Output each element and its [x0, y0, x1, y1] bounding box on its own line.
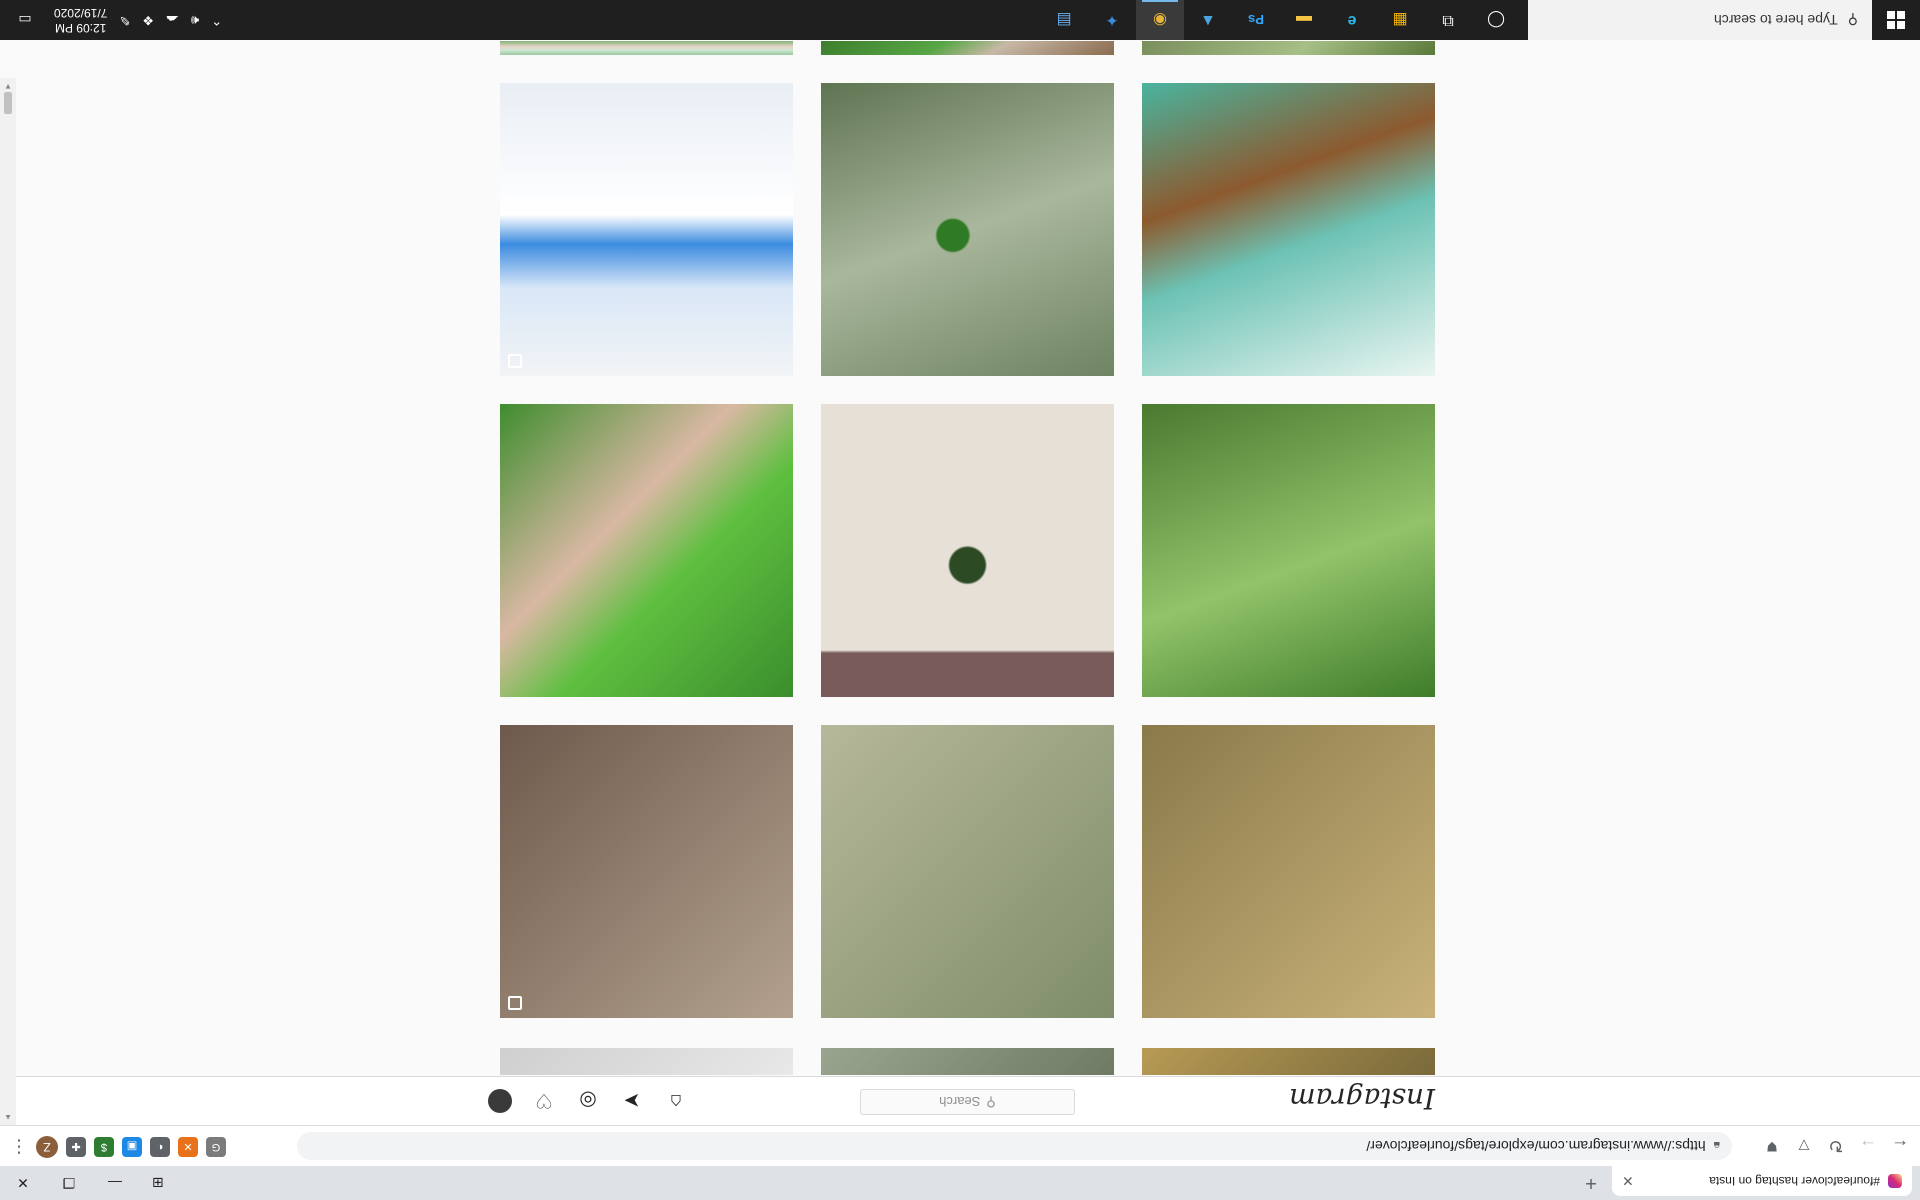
screen: #fourleafclover hashtag on Insta ✕ + ⊞ —…	[0, 0, 1920, 1200]
start-button[interactable]	[1872, 0, 1920, 40]
post-thumbnail[interactable]	[500, 41, 793, 55]
photos-icon[interactable]: ▲	[1184, 0, 1232, 40]
post-thumbnail[interactable]	[1142, 83, 1435, 376]
post-thumbnail[interactable]	[1142, 725, 1435, 1018]
restore-icon[interactable]: ❐	[46, 1166, 92, 1200]
address-url[interactable]: https://www.instagram.com/explore/tags/f…	[1366, 1138, 1705, 1154]
forward-icon[interactable]: →	[1856, 1134, 1880, 1158]
direct-message-icon[interactable]: ➤	[620, 1089, 644, 1113]
edge-icon[interactable]: e	[1328, 0, 1376, 40]
new-tab-button[interactable]: +	[1578, 1170, 1604, 1194]
heart-icon[interactable]: ♡	[532, 1089, 556, 1113]
calculator-icon[interactable]: ▤	[1040, 0, 1088, 40]
extension-toolbar-icon[interactable]: ⛊	[1760, 1134, 1784, 1158]
task-view-icon[interactable]: ⧉	[1424, 0, 1472, 40]
notification-icon[interactable]: ▭	[8, 0, 42, 40]
instagram-logo[interactable]: Instagram	[1289, 1082, 1435, 1115]
tab-title: #fourleafclover hashtag on Insta	[1709, 1174, 1880, 1188]
browser-tab-strip: #fourleafclover hashtag on Insta ✕ + ⊞ —…	[0, 1166, 1920, 1200]
chevron-up-icon[interactable]: ⌃	[211, 12, 222, 28]
taskbar-apps: ◯ ⧉ ▦ e ▬ Ps ▲ ◉ ✦ ▤	[1040, 0, 1520, 40]
scroll-down-icon[interactable]: ▼	[0, 78, 16, 94]
post-thumbnail[interactable]	[821, 725, 1114, 1018]
taskbar-search-placeholder: Type here to search	[1713, 12, 1838, 28]
post-thumbnail[interactable]	[500, 83, 793, 376]
post-thumbnail[interactable]	[500, 404, 793, 697]
home-icon[interactable]: ⌂	[664, 1089, 688, 1113]
bookmark-manager-icon[interactable]: ▽	[1792, 1134, 1816, 1158]
instagram-nav-icons: ⌂ ➤ ◎ ♡	[488, 1089, 688, 1113]
window-controls: ⊞ — ❐ ✕	[0, 1166, 178, 1200]
volume-icon[interactable]: 🔊︎	[191, 12, 199, 28]
app-icon[interactable]: ✦	[1088, 0, 1136, 40]
extension-icon-2[interactable]: ✕	[178, 1137, 198, 1157]
extension-icon-3[interactable]: ◐	[150, 1137, 170, 1157]
profile-avatar-icon[interactable]	[488, 1089, 512, 1113]
vertical-scrollbar[interactable]: ▲ ▼	[0, 78, 16, 1125]
post-thumbnail[interactable]	[821, 41, 1114, 55]
scrollbar-thumb[interactable]	[4, 92, 12, 114]
menu-icon[interactable]: ⋮	[10, 1137, 28, 1158]
photoshop-icon[interactable]: Ps	[1232, 0, 1280, 40]
chrome-icon[interactable]: ◉	[1136, 0, 1184, 40]
post-thumbnail[interactable]	[500, 725, 793, 1018]
profile-avatar[interactable]: Z	[36, 1136, 58, 1158]
post-thumbnail[interactable]	[500, 1048, 793, 1075]
search-input[interactable]: ⚲ Search	[860, 1089, 1075, 1115]
reload-icon[interactable]: ↻	[1824, 1134, 1848, 1158]
post-thumbnail[interactable]	[821, 404, 1114, 697]
extension-icon-1[interactable]: G	[206, 1137, 226, 1157]
clock-time: 12:09 PM	[55, 21, 107, 35]
instagram-favicon-icon	[1888, 1174, 1902, 1188]
extensions-area: G ✕ ◐ ▣ $ ✚ Z ⋮	[10, 1136, 226, 1158]
multi-image-icon	[508, 354, 522, 368]
browser-tab[interactable]: #fourleafclover hashtag on Insta ✕	[1612, 1166, 1912, 1196]
cloud-icon[interactable]: ☁	[166, 12, 179, 28]
store-icon[interactable]: ▦	[1376, 0, 1424, 40]
system-tray: ⌃ 🔊︎ ☁ ❖ ✎ 12:09 PM 7/19/2020 ▭	[0, 0, 222, 40]
windows-taskbar: ⚲ Type here to search ◯ ⧉ ▦ e ▬ Ps ▲ ◉ ✦…	[0, 0, 1920, 40]
file-explorer-icon[interactable]: ▬	[1280, 0, 1328, 40]
pen-icon[interactable]: ✎	[119, 12, 130, 28]
search-icon: ⚲	[986, 1095, 996, 1110]
puzzle-icon[interactable]: ✚	[66, 1137, 86, 1157]
search-placeholder: Search	[939, 1094, 981, 1110]
extension-icon-5[interactable]: $	[94, 1137, 114, 1157]
address-bar[interactable]: 🔒︎ https://www.instagram.com/explore/tag…	[297, 1132, 1732, 1160]
explore-icon[interactable]: ◎	[576, 1089, 600, 1113]
post-thumbnail[interactable]	[1142, 1048, 1435, 1075]
taskbar-search[interactable]: ⚲ Type here to search	[1528, 0, 1872, 40]
tab-search-icon[interactable]: ⊞	[138, 1166, 178, 1200]
clock-date: 7/19/2020	[54, 6, 108, 20]
back-icon[interactable]: ←	[1888, 1134, 1912, 1158]
multi-image-icon	[508, 996, 522, 1010]
minimize-icon[interactable]: —	[92, 1166, 138, 1200]
windows-logo-icon	[1887, 11, 1905, 29]
post-thumbnail[interactable]	[821, 1048, 1114, 1075]
post-thumbnail[interactable]	[1142, 404, 1435, 697]
post-thumbnail[interactable]	[821, 83, 1114, 376]
cortana-icon[interactable]: ◯	[1472, 0, 1520, 40]
search-icon: ⚲	[1847, 12, 1858, 29]
close-tab-icon[interactable]: ✕	[1622, 1173, 1634, 1190]
instagram-header: Instagram ⚲ Search ⌂ ➤ ◎ ♡	[16, 1076, 1920, 1125]
dropbox-icon[interactable]: ❖	[142, 12, 154, 28]
browser-toolbar: ← → ↻ ▽ ⛊ 🔒︎ https://www.instagram.com/e…	[0, 1125, 1920, 1166]
scroll-up-icon[interactable]: ▲	[0, 1109, 16, 1125]
clock[interactable]: 12:09 PM 7/19/2020	[54, 5, 107, 35]
lock-icon: 🔒︎	[1713, 1139, 1720, 1154]
extension-icon-4[interactable]: ▣	[122, 1137, 142, 1157]
post-thumbnail[interactable]	[1142, 41, 1435, 55]
close-window-icon[interactable]: ✕	[0, 1166, 46, 1200]
